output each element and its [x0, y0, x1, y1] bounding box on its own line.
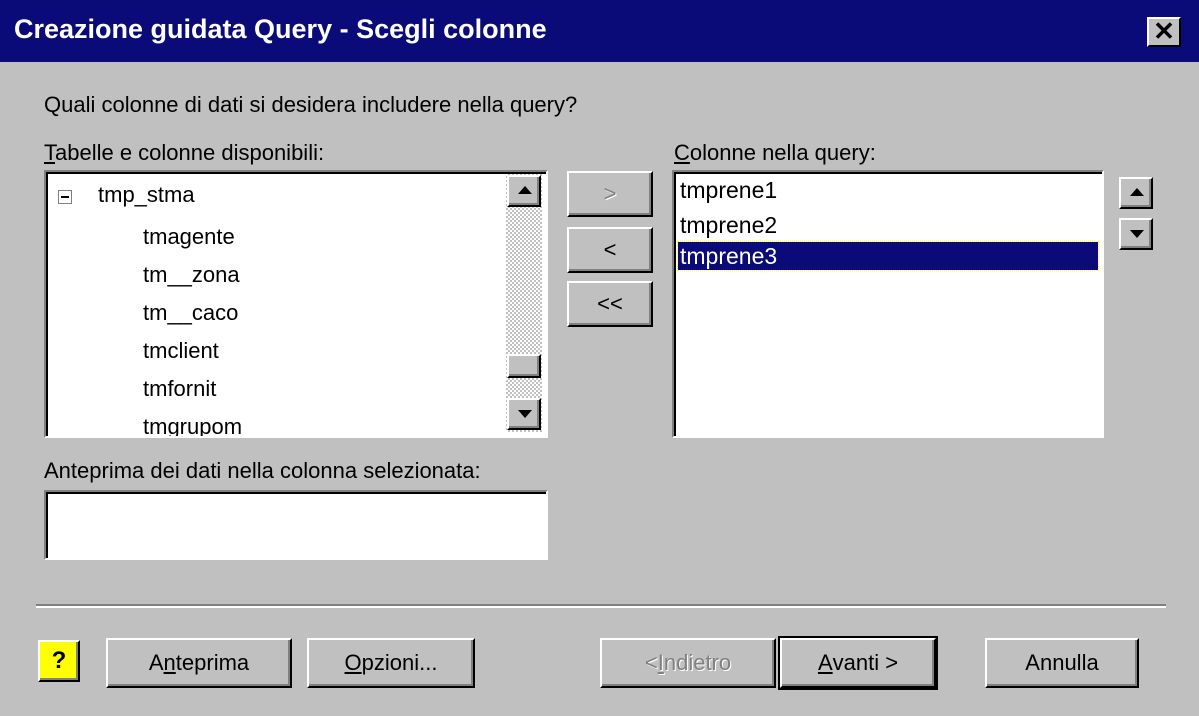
btn-text: A [148, 650, 164, 675]
mnemonic: O [344, 650, 362, 675]
available-columns-tree[interactable]: tmp_stma tmagente tm__zona tm__caco tmcl… [44, 170, 548, 438]
query-column-item[interactable]: tmprene1 [678, 176, 777, 204]
query-columns-label: Colonne nella query: [674, 140, 876, 166]
btn-text: < [644, 650, 658, 675]
move-up-button[interactable] [1119, 177, 1153, 209]
query-columns-list[interactable]: tmprene1 tmprene2 tmprene3 [672, 170, 1104, 438]
tree-column-item[interactable]: tmfornit [143, 376, 216, 402]
label-text: olonne nella query: [689, 140, 876, 165]
arrow-down-icon [1130, 230, 1144, 238]
arrow-up-icon [1130, 188, 1144, 196]
tree-column-item[interactable]: tmclient [143, 338, 219, 364]
window-title: Creazione guidata Query - Scegli colonne [14, 14, 547, 44]
separator [36, 604, 1166, 608]
back-button[interactable]: < Indietro [600, 638, 776, 688]
cancel-button[interactable]: Annulla [985, 638, 1139, 688]
tree-column-item[interactable]: tmgrupom [143, 414, 242, 436]
mnemonic: C [674, 140, 690, 165]
preview-label: Anteprima dei dati nella colonna selezio… [44, 458, 481, 483]
arrow-down-icon [518, 410, 532, 418]
tree-scrollbar-track[interactable] [506, 174, 542, 432]
label-text: abelle e colonne disponibili: [55, 140, 325, 165]
arrow-up-icon [518, 186, 532, 194]
tree-column-item[interactable]: tmagente [143, 224, 235, 250]
preview-button[interactable]: An teprima [106, 638, 292, 688]
mnemonic: A [817, 650, 833, 675]
prompt-text: Quali colonne di dati si desidera includ… [44, 92, 578, 117]
preview-box [44, 490, 548, 560]
options-button[interactable]: Opzioni... [307, 638, 475, 688]
mnemonic: T [44, 140, 55, 165]
remove-column-button[interactable]: < [567, 227, 653, 273]
scroll-up-button[interactable] [507, 175, 541, 207]
btn-text: vanti > [832, 650, 899, 675]
available-columns-label: Tabelle e colonne disponibili: [44, 140, 324, 166]
tree-column-item[interactable]: tm__caco [143, 300, 238, 326]
btn-text: pzioni... [361, 650, 438, 675]
tree-column-item[interactable]: tm__zona [143, 262, 240, 288]
move-down-button[interactable] [1119, 218, 1153, 250]
query-column-item-selected[interactable]: tmprene3 [677, 241, 1099, 271]
scroll-thumb[interactable] [507, 354, 541, 378]
tree-table-node[interactable]: tmp_stma [98, 182, 195, 208]
help-icon[interactable]: ? [38, 640, 80, 682]
help-glyph: ? [51, 647, 67, 674]
btn-text: teprima [175, 650, 250, 675]
minus-mark [61, 196, 69, 198]
remove-all-columns-button[interactable]: << [567, 281, 653, 327]
btn-text: ndietro [663, 650, 732, 675]
add-column-button[interactable]: > [567, 171, 653, 217]
close-icon[interactable]: ✕ [1147, 17, 1181, 47]
collapse-icon[interactable] [58, 190, 72, 204]
next-button[interactable]: Avanti > [778, 636, 938, 690]
scroll-down-button[interactable] [507, 398, 541, 430]
query-column-item[interactable]: tmprene2 [678, 211, 777, 239]
mnemonic: n [163, 650, 176, 675]
